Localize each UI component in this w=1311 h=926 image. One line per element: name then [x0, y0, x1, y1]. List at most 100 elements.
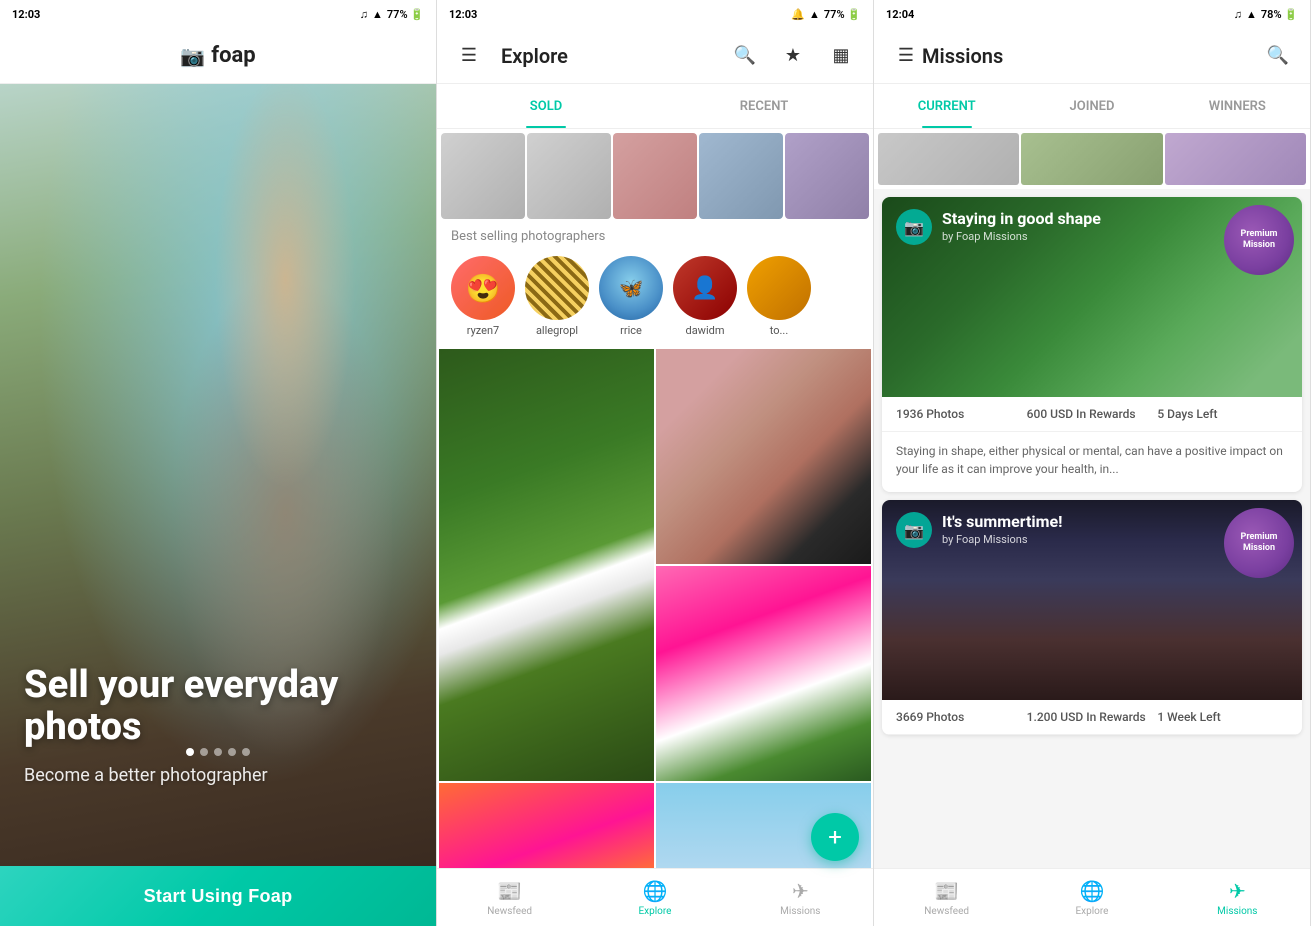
mission-card-shape[interactable]: 📷 Staying in good shape by Foap Missions… — [882, 197, 1302, 492]
nav-explore-3[interactable]: 🌐 Explore — [1019, 869, 1164, 926]
tab-current[interactable]: CURRENT — [874, 84, 1019, 128]
mission-days-1: 5 Days Left — [1157, 407, 1288, 421]
grid-photo-flowers-tall[interactable] — [439, 349, 654, 781]
mission-image-strip — [874, 129, 1310, 189]
battery-3: 78% 🔋 — [1261, 8, 1298, 21]
missions-icon-2: ✈ — [792, 879, 809, 903]
status-time-2: 12:03 — [449, 8, 477, 21]
hero-subtext: Become a better photographer — [24, 765, 412, 786]
mission-image-summer: 📷 It's summertime! by Foap Missions Prem… — [882, 500, 1302, 700]
photo-grid — [437, 347, 873, 868]
nav-explore-2[interactable]: 🌐 Explore — [582, 869, 727, 926]
explore-label-3: Explore — [1075, 906, 1108, 917]
nav-newsfeed-2[interactable]: 📰 Newsfeed — [437, 869, 582, 926]
hero-image: Sell your everyday photos Become a bette… — [0, 84, 436, 866]
strip-photo-5 — [785, 133, 869, 219]
status-time-3: 12:04 — [886, 8, 914, 21]
wifi-icon: ▲ — [372, 8, 383, 21]
status-icons-1: ♫ ▲ 77% 🔋 — [360, 8, 424, 21]
explore-scroll-area[interactable]: Best selling photographers 😍 ryzen7 alle… — [437, 129, 873, 868]
missions-menu-button[interactable]: ☰ — [890, 40, 922, 72]
newsfeed-label-3: Newsfeed — [924, 906, 969, 917]
tab-sold-label: SOLD — [530, 99, 562, 114]
search-button[interactable]: 🔍 — [729, 40, 761, 72]
tab-winners[interactable]: WINNERS — [1165, 84, 1310, 128]
missions-title: Missions — [922, 44, 1262, 68]
tab-winners-label: WINNERS — [1209, 99, 1266, 114]
strip-photo-1 — [441, 133, 525, 219]
tab-joined-label: JOINED — [1070, 99, 1115, 114]
camera-icon: 📷 — [180, 44, 205, 68]
dot-1 — [186, 748, 194, 756]
mission-stats-1: 1936 Photos 600 USD In Rewards 5 Days Le… — [882, 397, 1302, 432]
mission-days-2: 1 Week Left — [1157, 710, 1288, 724]
missions-tabs: CURRENT JOINED WINNERS — [874, 84, 1310, 129]
star-button[interactable]: ★ — [777, 40, 809, 72]
missions-scroll-area[interactable]: 📷 Staying in good shape by Foap Missions… — [874, 129, 1310, 868]
menu-button[interactable]: ☰ — [453, 40, 485, 72]
image-strip — [437, 129, 873, 219]
photographers-row: 😍 ryzen7 allegropl 🦋 rrice 👤 — [437, 250, 873, 347]
tab-recent-label: RECENT — [740, 99, 788, 114]
start-using-foap-button[interactable]: Start Using Foap — [0, 866, 436, 926]
dot-4 — [228, 748, 236, 756]
carousel-dots — [186, 748, 250, 756]
wifi-icon-3: ▲ — [1246, 8, 1257, 21]
tab-joined[interactable]: JOINED — [1019, 84, 1164, 128]
photographer-name-dawidm: dawidm — [686, 324, 725, 337]
strip-photo-3 — [613, 133, 697, 219]
photographer-name-ryzen7: ryzen7 — [467, 324, 500, 337]
avatar-rrice: 🦋 — [599, 256, 663, 320]
foap-logo: 📷 foap — [180, 43, 255, 68]
mission-camera-icon-2: 📷 — [896, 512, 932, 548]
nav-missions-2[interactable]: ✈ Missions — [728, 869, 873, 926]
premium-badge-1: PremiumMission — [1224, 205, 1294, 275]
tab-recent[interactable]: RECENT — [655, 84, 873, 128]
strip-photo-2 — [527, 133, 611, 219]
nav-missions-3[interactable]: ✈ Missions — [1165, 869, 1310, 926]
mission-camera-icon-1: 📷 — [896, 209, 932, 245]
photographer-name-rrice: rrice — [620, 324, 642, 337]
battery-2: 77% 🔋 — [824, 8, 861, 21]
status-time-1: 12:03 — [12, 8, 40, 21]
zebra-avatar — [525, 256, 589, 320]
emoji-avatar: 😍 — [451, 256, 515, 320]
avatar-dawidm: 👤 — [673, 256, 737, 320]
photographer-partial[interactable]: to... — [747, 256, 811, 337]
grid-photo-hand[interactable] — [656, 349, 871, 564]
explore-app-header: ☰ Explore 🔍 ★ ▦ — [437, 28, 873, 84]
best-selling-label: Best selling photographers — [437, 219, 873, 250]
photographer-rrice[interactable]: 🦋 rrice — [599, 256, 663, 337]
grid-photo-pink-flower[interactable] — [656, 566, 871, 781]
missions-icon-3: ✈ — [1229, 879, 1246, 903]
missions-search-button[interactable]: 🔍 — [1262, 40, 1294, 72]
avatar-allegropl — [525, 256, 589, 320]
strip-photo-4 — [699, 133, 783, 219]
mission-card-summer[interactable]: 📷 It's summertime! by Foap Missions Prem… — [882, 500, 1302, 735]
hero-text-block: Sell your everyday photos Become a bette… — [0, 665, 436, 866]
grid-button[interactable]: ▦ — [825, 40, 857, 72]
photographer-dawidm[interactable]: 👤 dawidm — [673, 256, 737, 337]
mission-photos-2: 3669 Photos — [896, 710, 1027, 724]
tab-sold[interactable]: SOLD — [437, 84, 655, 128]
photographer-allegropl[interactable]: allegropl — [525, 256, 589, 337]
explore-label-2: Explore — [638, 906, 671, 917]
dot-3 — [214, 748, 222, 756]
panel-explore: 12:03 🔔 ▲ 77% 🔋 ☰ Explore 🔍 ★ ▦ SOLD REC… — [437, 0, 874, 926]
music-icon: ♫ — [360, 8, 368, 21]
nav-newsfeed-3[interactable]: 📰 Newsfeed — [874, 869, 1019, 926]
bird-avatar: 🦋 — [599, 256, 663, 320]
photographer-name-allegropl: allegropl — [536, 324, 578, 337]
avatar-partial — [747, 256, 811, 320]
foap-header: 📷 foap — [0, 28, 436, 84]
grid-photo-colorful-tall[interactable] — [439, 783, 654, 868]
bottom-nav-explore: 📰 Newsfeed 🌐 Explore ✈ Missions — [437, 868, 873, 926]
photographer-name-partial: to... — [770, 324, 788, 337]
explore-tabs: SOLD RECENT — [437, 84, 873, 129]
avatar-ryzen7: 😍 — [451, 256, 515, 320]
mission-description-1: Staying in shape, either physical or men… — [882, 432, 1302, 492]
add-photo-button[interactable]: + — [811, 813, 859, 861]
photographer-ryzen7[interactable]: 😍 ryzen7 — [451, 256, 515, 337]
missions-label-2: Missions — [780, 906, 820, 917]
newsfeed-label-2: Newsfeed — [487, 906, 532, 917]
